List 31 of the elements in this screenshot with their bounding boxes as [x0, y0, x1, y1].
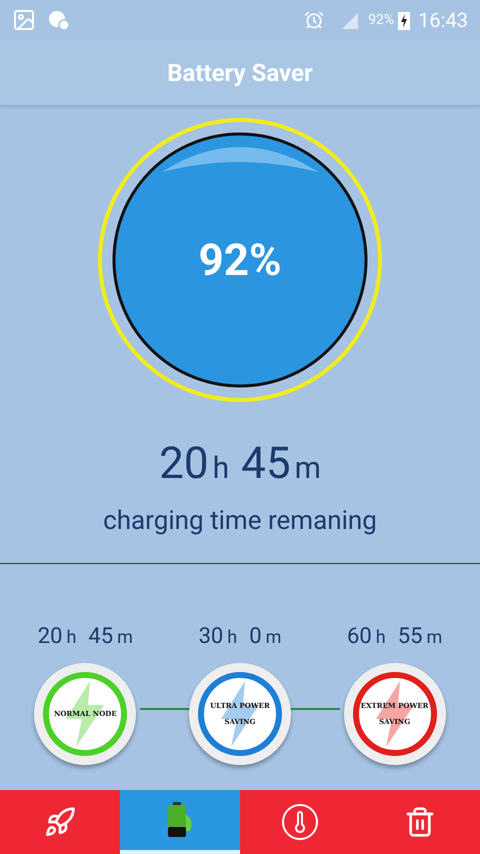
thermometer-icon: [282, 804, 318, 840]
duration-unit: m: [117, 626, 133, 650]
remaining-caption: charging time remaning: [103, 505, 377, 538]
battery-percentage: 92%: [198, 233, 282, 288]
duration-value: 0: [249, 623, 262, 651]
duration-unit: m: [426, 626, 442, 650]
duration-value: 55: [398, 623, 422, 651]
duration-value: 30: [198, 623, 224, 651]
duration-value: 45: [241, 436, 291, 491]
app-title: Battery Saver: [167, 58, 313, 88]
signal-icon: [340, 11, 360, 29]
alarm-icon: [304, 10, 324, 30]
rocket-icon: [44, 806, 76, 838]
duration-value: 60: [347, 623, 372, 651]
duration-unit: h: [376, 626, 386, 650]
duration-unit: m: [294, 450, 321, 488]
duration-unit: m: [266, 626, 282, 650]
image-icon: [12, 8, 36, 32]
trash-icon: [404, 806, 436, 838]
duration-value: 45: [88, 623, 114, 651]
duration-value: 20: [38, 623, 62, 651]
duration-unit: h: [212, 450, 230, 488]
nav-tab[interactable]: [120, 790, 240, 854]
battery-icon: [166, 801, 194, 839]
cloud-icon: [48, 9, 70, 31]
duration-value: 20: [159, 436, 209, 491]
charging-battery-icon: [398, 10, 410, 30]
battery-percent: 92%: [368, 10, 394, 30]
clock: 16:43: [418, 7, 468, 34]
duration-unit: h: [66, 626, 76, 650]
duration-unit: h: [227, 626, 238, 650]
